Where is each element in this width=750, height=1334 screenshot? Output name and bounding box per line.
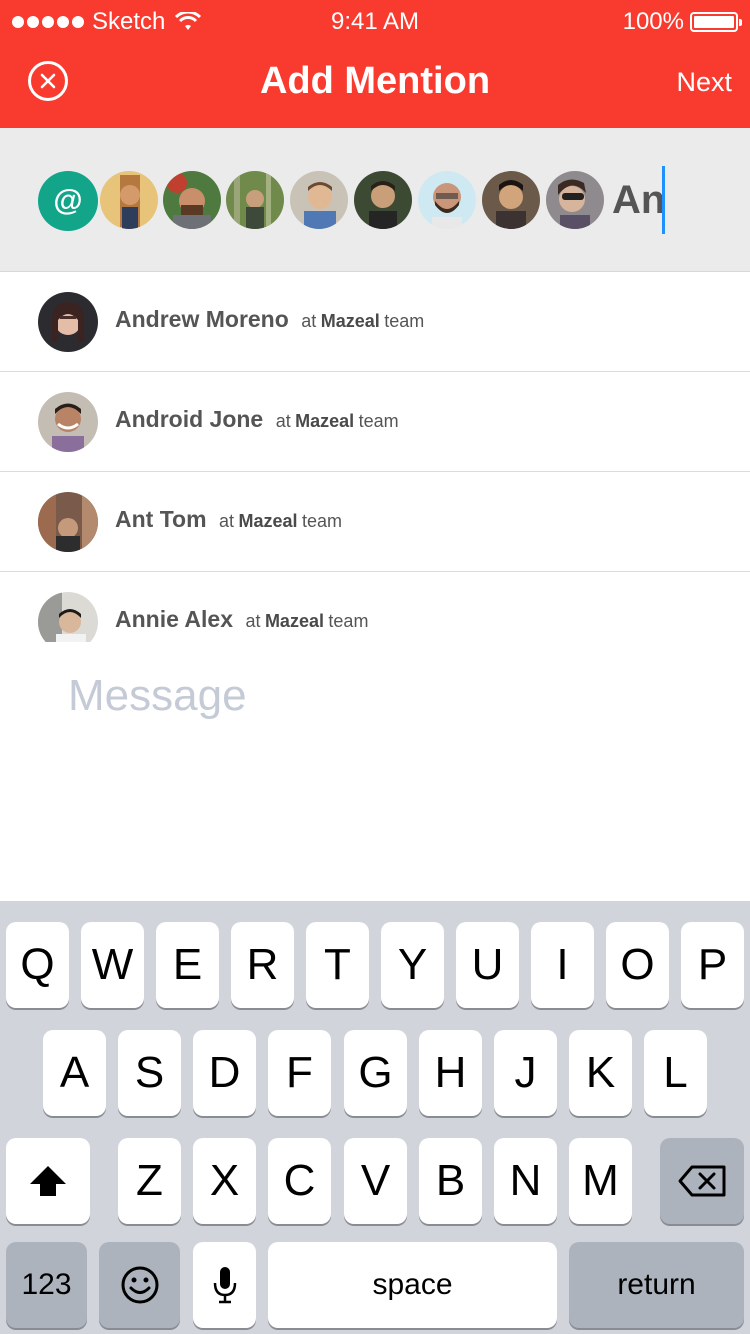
key-i[interactable]: I [531,922,594,1008]
dictation-key[interactable] [193,1242,256,1328]
key-c[interactable]: C [268,1138,331,1224]
selected-avatar[interactable] [546,171,604,229]
suggestion-at: at [219,511,235,531]
selected-avatar[interactable] [418,171,476,229]
suggestion-text: Andrew Moreno at Mazeal team [115,306,424,333]
key-j[interactable]: J [494,1030,557,1116]
mention-input-bar[interactable]: @ An [0,128,750,272]
key-f[interactable]: F [268,1030,331,1116]
page-title: Add Mention [259,60,491,102]
key-d[interactable]: D [193,1030,256,1116]
suggestion-text: Annie Alex at Mazeal team [115,606,368,633]
selected-avatar[interactable] [100,171,158,229]
key-b[interactable]: B [419,1138,482,1224]
key-a[interactable]: A [43,1030,106,1116]
suggestion-text: Ant Tom at Mazeal team [115,506,342,533]
suggestion-team-label: team [384,311,425,331]
avatar [38,392,98,452]
suggestion-name: Android Jone [115,406,264,432]
key-k[interactable]: K [569,1030,632,1116]
key-o[interactable]: O [606,922,669,1008]
status-right: 100% [622,8,742,36]
suggestion-row[interactable]: Ant Tom at Mazeal team [0,472,750,572]
at-icon: @ [38,171,98,231]
text-caret [662,166,665,234]
emoji-icon [121,1266,158,1304]
selected-avatar[interactable] [163,171,221,229]
suggestion-team-name: Mazeal [320,311,380,331]
key-u[interactable]: U [456,922,519,1008]
suggestion-team-name: Mazeal [238,511,298,531]
key-r[interactable]: R [231,922,294,1008]
key-l[interactable]: L [644,1030,707,1116]
suggestion-team-label: team [301,511,342,531]
selected-avatar[interactable] [226,171,284,229]
space-key[interactable]: space [268,1242,557,1328]
battery-percentage: 100% [622,8,684,35]
avatar [38,592,98,642]
status-bar: Sketch 9:41 AM 100% [0,0,750,44]
key-z[interactable]: Z [118,1138,181,1224]
next-button[interactable]: Next [676,64,732,100]
emoji-key[interactable] [99,1242,180,1328]
battery-icon [690,12,742,32]
selected-avatar[interactable] [354,171,412,229]
mention-suggestions-list: Andrew Moreno at Mazeal team Android Jon… [0,272,750,642]
suggestion-team-label: team [358,411,399,431]
selected-avatar[interactable] [290,171,348,229]
suggestion-at: at [245,611,261,631]
key-w[interactable]: W [81,922,144,1008]
backspace-icon [678,1165,726,1197]
suggestion-name: Annie Alex [115,606,234,632]
suggestion-team-name: Mazeal [295,411,355,431]
key-e[interactable]: E [156,922,219,1008]
key-v[interactable]: V [344,1138,407,1224]
key-m[interactable]: M [569,1138,632,1224]
key-y[interactable]: Y [381,922,444,1008]
key-s[interactable]: S [118,1030,181,1116]
mention-query-text[interactable]: An [612,174,665,226]
suggestion-team-name: Mazeal [264,611,324,631]
suggestion-name: Andrew Moreno [115,306,289,332]
return-key[interactable]: return [569,1242,744,1328]
key-q[interactable]: Q [6,922,69,1008]
suggestion-at: at [275,411,291,431]
suggestion-name: Ant Tom [115,506,207,532]
avatar [38,492,98,552]
avatar [38,292,98,352]
shift-icon [30,1166,66,1196]
delete-key[interactable] [660,1138,744,1224]
key-n[interactable]: N [494,1138,557,1224]
key-g[interactable]: G [344,1030,407,1116]
key-x[interactable]: X [193,1138,256,1224]
numbers-key[interactable]: 123 [6,1242,87,1328]
microphone-icon [213,1267,236,1304]
suggestion-text: Android Jone at Mazeal team [115,406,399,433]
selected-avatar[interactable] [482,171,540,229]
suggestion-team-label: team [328,611,369,631]
key-p[interactable]: P [681,922,744,1008]
keyboard: Q W E R T Y U I O P A S D F G H J K L Z … [0,901,750,1334]
key-t[interactable]: T [306,922,369,1008]
suggestion-at: at [301,311,317,331]
navigation-header: Sketch 9:41 AM 100% Add Mention Next [0,0,750,128]
suggestion-row[interactable]: Android Jone at Mazeal team [0,372,750,472]
suggestion-row[interactable]: Annie Alex at Mazeal team [0,572,750,642]
shift-key[interactable] [6,1138,90,1224]
suggestion-row[interactable]: Andrew Moreno at Mazeal team [0,272,750,372]
key-h[interactable]: H [419,1030,482,1116]
message-input[interactable]: Message [68,668,247,724]
